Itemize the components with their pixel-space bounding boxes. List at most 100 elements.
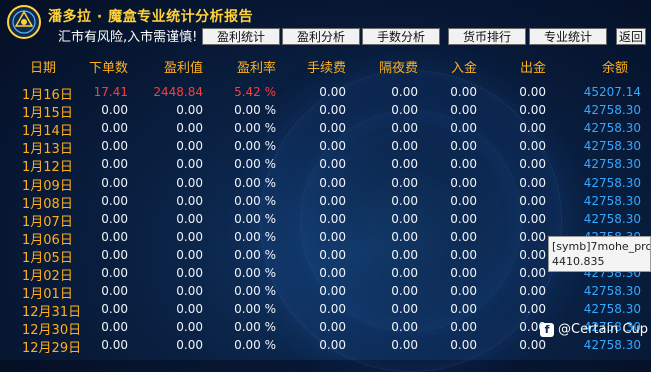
cell-deposit: 0.00: [450, 193, 477, 208]
cell-balance: 42758.30: [583, 284, 641, 299]
cell-balance: 42758.30: [583, 139, 641, 154]
cell-commission: 0.00: [319, 121, 346, 136]
cell-lots: 0.00: [101, 175, 128, 190]
column-deposit: 入金: [450, 61, 477, 76]
cell-date: 1月13日: [22, 142, 73, 158]
cell-lots: 0.00: [101, 121, 128, 136]
cell-lots: 0.00: [101, 229, 128, 244]
watermark-text: @Certain Cup: [558, 322, 649, 337]
cell-swap: 0.00: [391, 121, 418, 136]
cell-rate: 0.00 %: [234, 175, 276, 190]
cell-commission: 0.00: [319, 193, 346, 208]
cell-withdraw: 0.00: [519, 284, 546, 299]
cell-balance: 42758.30: [583, 157, 641, 172]
cell-balance: 42758.30: [583, 103, 641, 118]
cell-commission: 0.00: [319, 103, 346, 118]
cell-swap: 0.00: [391, 320, 418, 335]
cell-profit: 0.00: [176, 211, 203, 226]
cell-profit: 2448.84: [153, 85, 203, 99]
cell-lots: 0.00: [101, 338, 128, 353]
cell-profit: 0.00: [176, 157, 203, 172]
cell-swap: 0.00: [391, 139, 418, 154]
cell-rate: 0.00 %: [234, 320, 276, 335]
cell-rate: 0.00 %: [234, 139, 276, 154]
app-title: 潘多拉 · 魔盒专业统计分析报告: [48, 9, 254, 25]
cell-withdraw: 0.00: [519, 193, 546, 208]
cell-deposit: 0.00: [450, 175, 477, 190]
cell-withdraw: 0.00: [519, 139, 546, 154]
column-balance: 余额: [601, 61, 628, 76]
cell-commission: 0.00: [319, 284, 346, 299]
cell-balance: 45207.14: [583, 85, 641, 99]
cell-balance: 42758.30: [583, 175, 641, 190]
cell-commission: 0.00: [319, 229, 346, 244]
cell-withdraw: 0.00: [519, 338, 546, 353]
cell-commission: 0.00: [319, 85, 346, 99]
cell-swap: 0.00: [391, 338, 418, 353]
weibo-logo-icon: f: [540, 322, 554, 337]
cell-rate: 0.00 %: [234, 193, 276, 208]
cell-withdraw: 0.00: [519, 175, 546, 190]
cell-lots: 0.00: [101, 320, 128, 335]
cell-swap: 0.00: [391, 229, 418, 244]
cell-date: 1月07日: [22, 214, 73, 230]
cell-profit: 0.00: [176, 338, 203, 353]
cell-deposit: 0.00: [450, 247, 477, 262]
back-button[interactable]: 返回: [616, 28, 646, 45]
cell-rate: 0.00 %: [234, 103, 276, 118]
cell-withdraw: 0.00: [519, 266, 546, 280]
table-row: 1月14日 0.00 0.00 0.00 % 0.00 0.00 0.00 0.00 42758…: [0, 120, 651, 140]
table-row: 1月01日 0.00 0.00 0.00 % 0.00 0.00 0.00 0.00 42758…: [0, 283, 651, 303]
cell-date: 1月06日: [22, 232, 73, 248]
cell-profit: 0.00: [176, 175, 203, 190]
pro-stats-button[interactable]: 专业统计: [529, 28, 607, 45]
cell-commission: 0.00: [319, 266, 346, 280]
profit-stats-button[interactable]: 盈利统计: [202, 28, 280, 45]
cell-withdraw: 0.00: [519, 157, 546, 172]
cell-lots: 0.00: [101, 139, 128, 154]
cell-date: 1月09日: [22, 178, 73, 194]
chart-tooltip: [symb]7mohe_pro 4410.835: [548, 236, 651, 272]
cell-swap: 0.00: [391, 85, 418, 99]
cell-date: 1月08日: [22, 196, 73, 212]
cell-lots: 0.00: [101, 284, 128, 299]
cell-profit: 0.00: [176, 302, 203, 317]
cell-balance: 42758.30: [583, 302, 641, 317]
cell-profit: 0.00: [176, 139, 203, 154]
cell-date: 1月15日: [22, 106, 73, 122]
cell-lots: 0.00: [101, 266, 128, 280]
cell-rate: 0.00 %: [234, 157, 276, 172]
app-header: 潘多拉 · 魔盒专业统计分析报告 汇市有风险,入市需谨慎! 盈利统计 盈利分析 …: [0, 0, 651, 52]
cell-withdraw: 0.00: [519, 229, 546, 244]
cell-swap: 0.00: [391, 247, 418, 262]
cell-deposit: 0.00: [450, 229, 477, 244]
cell-profit: 0.00: [176, 229, 203, 244]
cell-lots: 0.00: [101, 103, 128, 118]
table-row: 12月31日 0.00 0.00 0.00 % 0.00 0.00 0.00 0.00 4275…: [0, 301, 651, 321]
cell-rate: 0.00 %: [234, 338, 276, 353]
column-withdraw: 出金: [519, 61, 546, 76]
cell-withdraw: 0.00: [519, 103, 546, 118]
table-row: 1月15日 0.00 0.00 0.00 % 0.00 0.00 0.00 0.00 42758…: [0, 102, 651, 122]
profit-analysis-button[interactable]: 盈利分析: [282, 28, 360, 45]
cell-profit: 0.00: [176, 266, 203, 280]
cell-balance: 42758.30: [583, 193, 641, 208]
lots-analysis-button[interactable]: 手数分析: [362, 28, 440, 45]
cell-date: 12月31日: [22, 305, 82, 321]
cell-date: 1月02日: [22, 269, 73, 284]
column-profit: 盈利值: [163, 61, 203, 76]
cell-rate: 0.00 %: [234, 229, 276, 244]
cell-deposit: 0.00: [450, 139, 477, 154]
currency-rank-button[interactable]: 货币排行: [448, 28, 526, 45]
cell-date: 12月29日: [22, 341, 82, 357]
cell-lots: 0.00: [101, 211, 128, 226]
cell-swap: 0.00: [391, 193, 418, 208]
cell-deposit: 0.00: [450, 266, 477, 280]
cell-date: 1月01日: [22, 287, 73, 303]
table-row: 1月16日 17.41 2448.84 5.42 % 0.00 0.00 0.00 0.00 4…: [0, 84, 651, 103]
cell-date: 1月14日: [22, 124, 73, 140]
watermark: f @Certain Cup: [540, 322, 648, 337]
cell-deposit: 0.00: [450, 103, 477, 118]
cell-commission: 0.00: [319, 211, 346, 226]
cell-lots: 0.00: [101, 247, 128, 262]
